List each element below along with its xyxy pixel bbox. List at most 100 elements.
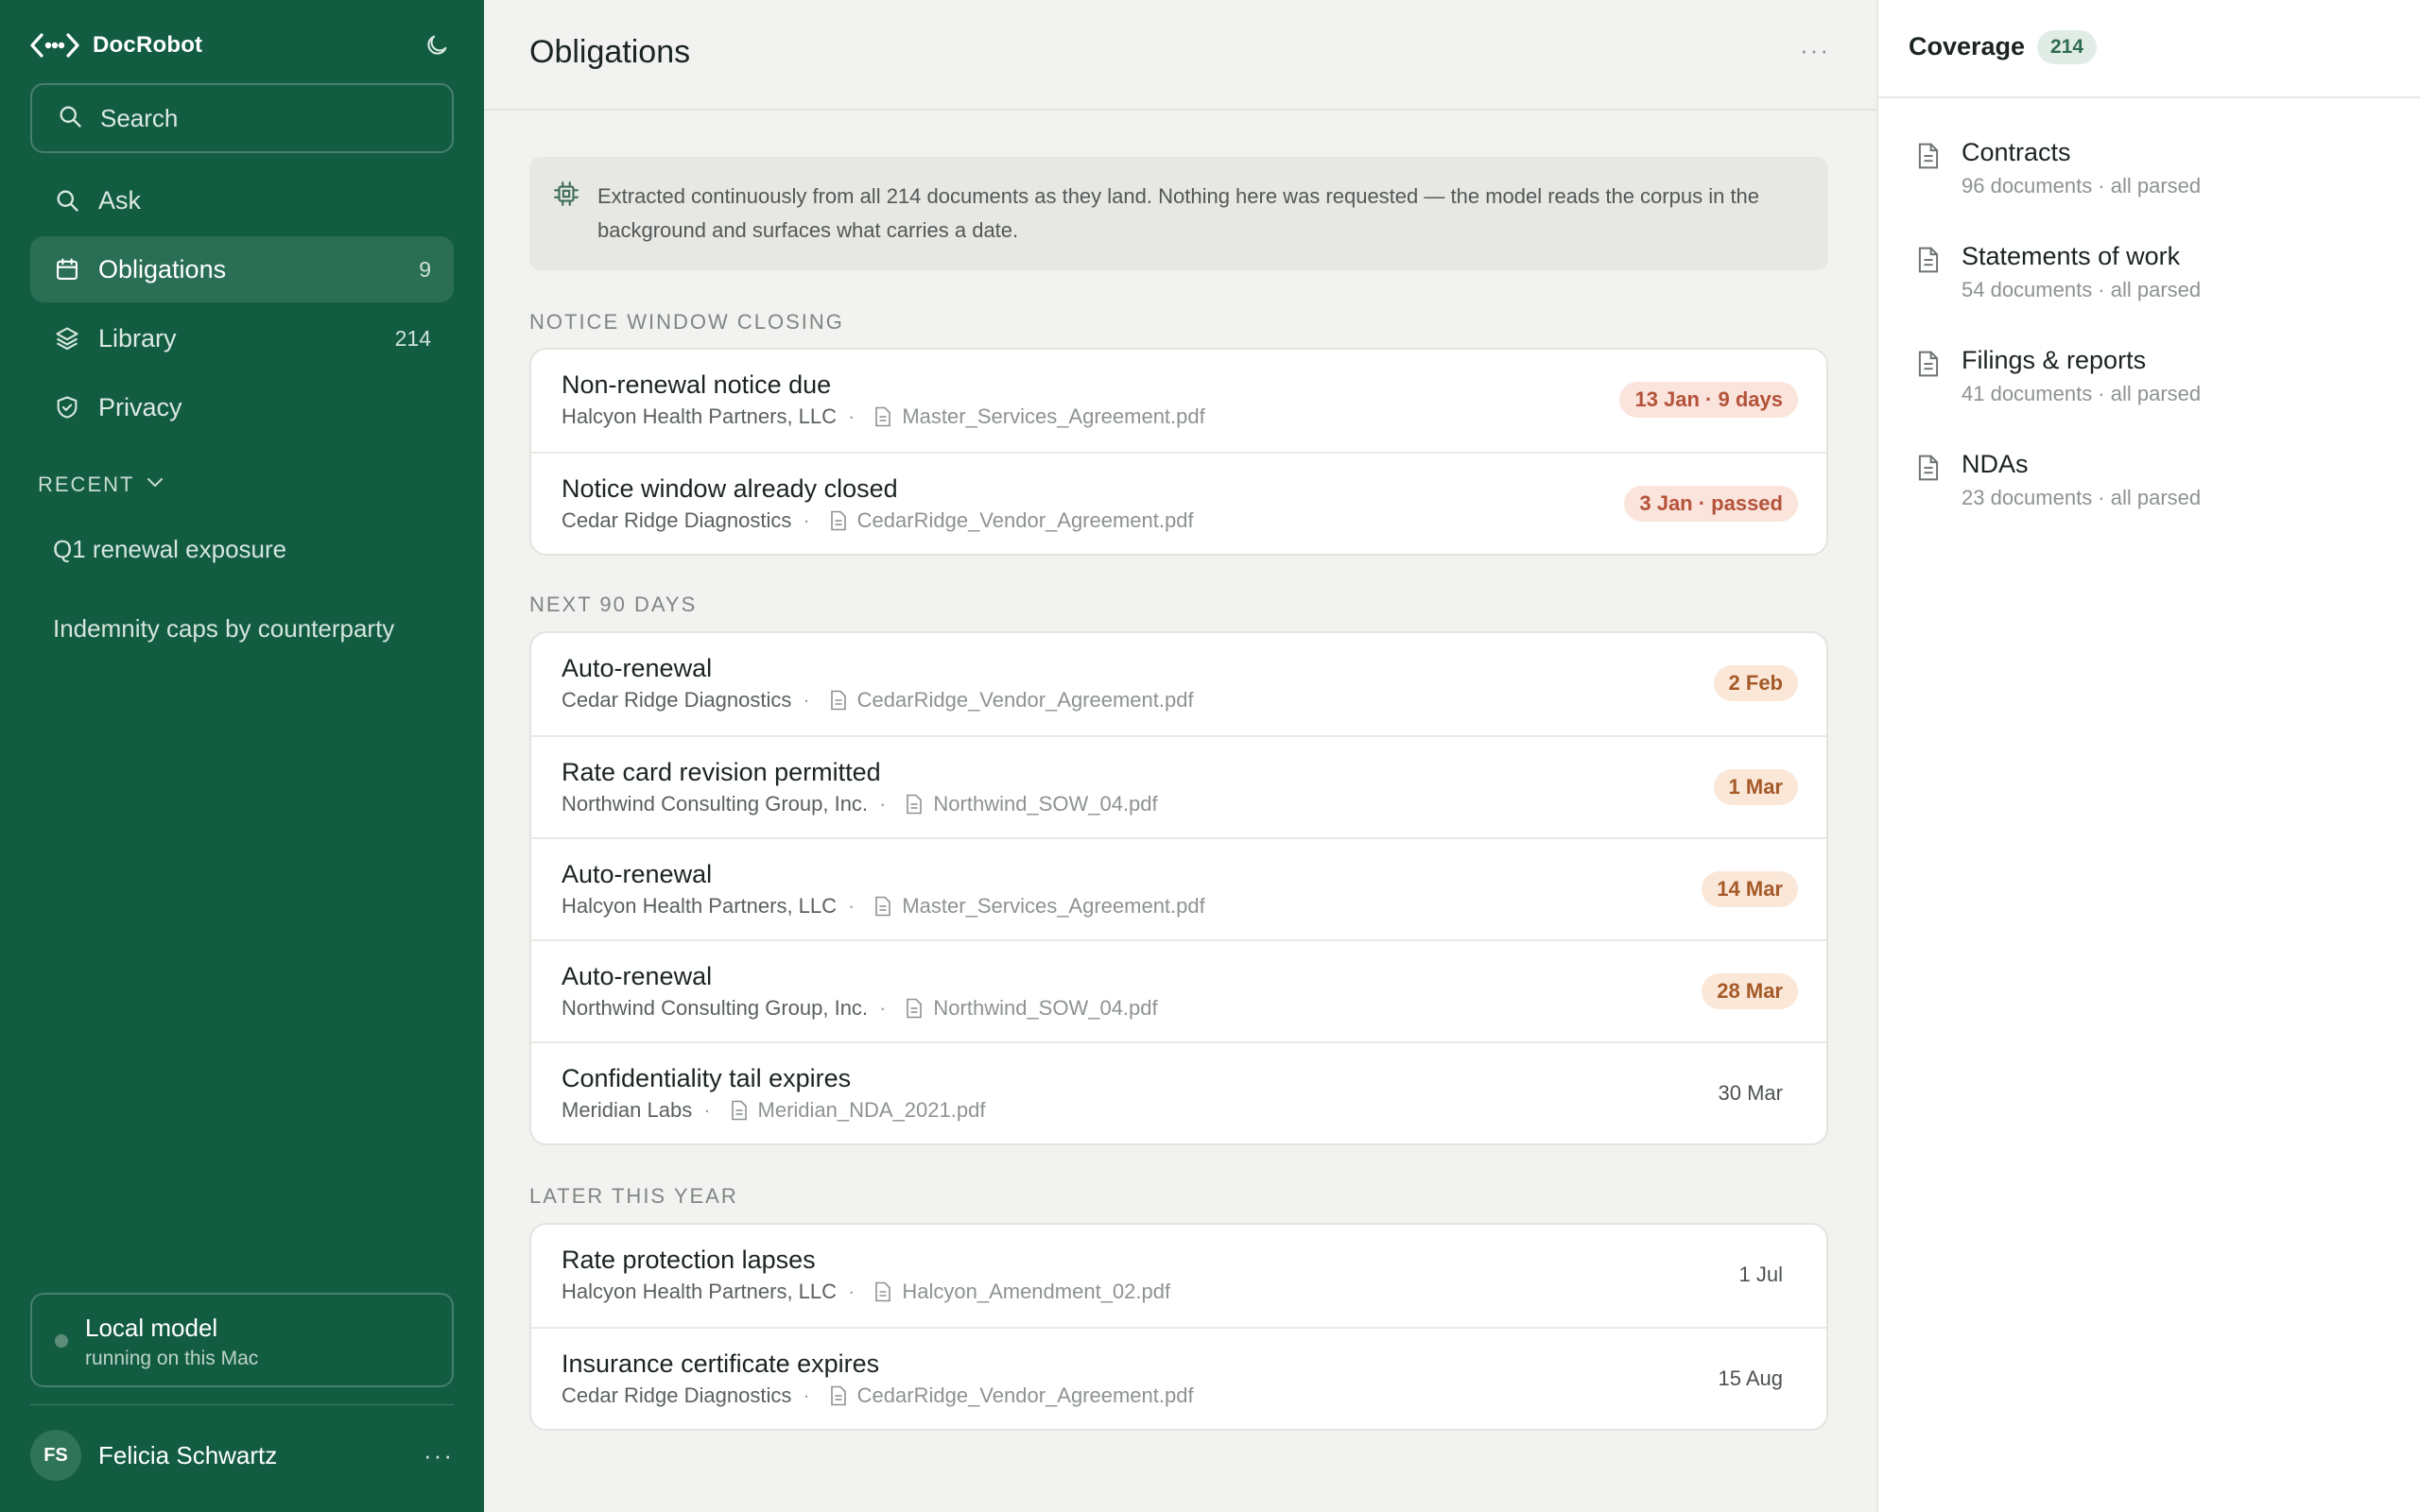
obligation-row[interactable]: Rate card revision permitted Northwind C… (531, 735, 1826, 837)
row-title: Confidentiality tail expires (562, 1064, 852, 1092)
document-icon (905, 794, 924, 815)
file-name[interactable]: CedarRidge_Vendor_Agreement.pdf (857, 508, 1194, 533)
counterparty: Cedar Ridge Diagnostics (562, 508, 792, 532)
row-title: Non-renewal notice due (562, 370, 832, 399)
row-title: Auto-renewal (562, 654, 713, 682)
obligation-row[interactable]: Rate protection lapses Halcyon Health Pa… (531, 1225, 1826, 1327)
coverage-detail: 96 documents · all parsed (1962, 174, 2202, 198)
row-meta: Halcyon Health Partners, LLC · Master_Ser… (562, 404, 1205, 429)
file-name[interactable]: Master_Services_Agreement.pdf (902, 894, 1204, 919)
section-label: LATER THIS YEAR (529, 1184, 738, 1208)
main-content: Obligations ··· Extracted continuously f… (484, 0, 1876, 1512)
document-icon (730, 1100, 749, 1121)
avatar: FS (30, 1430, 81, 1481)
date-badge: 1 Mar (1713, 769, 1798, 805)
docrobot-logo-icon (30, 28, 79, 62)
nav-item-library[interactable]: Library 214 (30, 305, 454, 371)
nav-label: Ask (98, 185, 142, 215)
document-icon (829, 510, 848, 531)
section-label: NOTICE WINDOW CLOSING (529, 310, 844, 334)
counterparty: Meridian Labs (562, 1098, 693, 1122)
file-name[interactable]: Meridian_NDA_2021.pdf (758, 1098, 986, 1123)
nav-item-privacy[interactable]: Privacy (30, 374, 454, 440)
obligation-card: Auto-renewal Cedar Ridge Diagnostics · Ce… (529, 631, 1828, 1145)
row-title: Notice window already closed (562, 474, 898, 503)
file-name[interactable]: CedarRidge_Vendor_Agreement.pdf (857, 1383, 1194, 1408)
info-banner: Extracted continuously from all 214 docu… (529, 157, 1828, 270)
obligation-row[interactable]: Auto-renewal Cedar Ridge Diagnostics · Ce… (531, 633, 1826, 735)
search-icon (53, 186, 81, 215)
search-input[interactable]: Search (30, 83, 454, 153)
coverage-item-filings[interactable]: Filings & reports 41 documents · all par… (1916, 346, 2389, 421)
coverage-detail: 41 documents · all parsed (1962, 382, 2202, 405)
obligation-row[interactable]: Auto-renewal Halcyon Health Partners, LL… (531, 837, 1826, 939)
row-meta: Halcyon Health Partners, LLC · Master_Ser… (562, 894, 1205, 919)
row-title: Rate protection lapses (562, 1246, 816, 1274)
row-meta: Cedar Ridge Diagnostics · CedarRidge_Vend… (562, 1383, 1194, 1408)
coverage-name: Filings & reports (1962, 346, 2147, 374)
more-icon[interactable]: ··· (424, 1441, 454, 1470)
divider (30, 1404, 454, 1405)
coverage-count-badge: 214 (2037, 30, 2098, 64)
row-meta: Cedar Ridge Diagnostics · CedarRidge_Vend… (562, 508, 1194, 533)
document-icon (873, 1281, 892, 1302)
nav-item-obligations[interactable]: Obligations 9 (30, 236, 454, 302)
section-label: NEXT 90 DAYS (529, 593, 698, 616)
row-meta: Meridian Labs · Meridian_NDA_2021.pdf (562, 1098, 986, 1123)
obligation-row[interactable]: Insurance certificate expires Cedar Ridg… (531, 1327, 1826, 1429)
recent-item[interactable]: Indemnity caps by counterparty (53, 614, 394, 644)
row-title: Insurance certificate expires (562, 1349, 880, 1378)
chevron-down-icon (144, 471, 166, 499)
document-icon (1916, 246, 1941, 274)
counterparty: Halcyon Health Partners, LLC (562, 404, 838, 428)
file-name[interactable]: Halcyon_Amendment_02.pdf (902, 1280, 1170, 1304)
local-model-status[interactable]: Local model running on this Mac (30, 1293, 454, 1387)
counterparty: Cedar Ridge Diagnostics (562, 1383, 792, 1407)
recent-item[interactable]: Q1 renewal exposure (53, 535, 286, 564)
document-icon (829, 1385, 848, 1406)
page-header: Obligations ··· (484, 0, 1876, 111)
document-icon (873, 406, 892, 427)
obligation-row[interactable]: Non-renewal notice due Halcyon Health Pa… (531, 350, 1826, 452)
counterparty: Northwind Consulting Group, Inc. (562, 996, 869, 1020)
banner-text: Extracted continuously from all 214 docu… (597, 184, 1760, 242)
date-badge: 1 Jul (1738, 1263, 1783, 1286)
document-icon (905, 998, 924, 1019)
counterparty: Halcyon Health Partners, LLC (562, 894, 838, 918)
obligation-card: Rate protection lapses Halcyon Health Pa… (529, 1223, 1828, 1431)
counterparty: Halcyon Health Partners, LLC (562, 1280, 838, 1303)
coverage-item-sow[interactable]: Statements of work 54 documents · all pa… (1916, 242, 2389, 318)
search-icon (57, 103, 83, 134)
recent-label: RECENT (38, 472, 135, 496)
file-name[interactable]: CedarRidge_Vendor_Agreement.pdf (857, 688, 1194, 713)
date-badge: 28 Mar (1702, 973, 1798, 1009)
coverage-name: NDAs (1962, 450, 2029, 478)
user-profile[interactable]: FS Felicia Schwartz ··· (30, 1429, 454, 1482)
date-badge: 15 Aug (1718, 1366, 1783, 1390)
shield-icon (53, 393, 81, 421)
document-icon (1916, 142, 1941, 170)
file-name[interactable]: Northwind_SOW_04.pdf (933, 996, 1157, 1021)
obligation-row[interactable]: Confidentiality tail expires Meridian La… (531, 1041, 1826, 1143)
row-meta: Cedar Ridge Diagnostics · CedarRidge_Vend… (562, 688, 1194, 713)
nav-item-ask[interactable]: Ask (30, 167, 454, 233)
date-badge: 2 Feb (1713, 665, 1798, 701)
more-icon[interactable]: ··· (1800, 36, 1830, 65)
obligation-row[interactable]: Auto-renewal Northwind Consulting Group,… (531, 939, 1826, 1041)
file-name[interactable]: Master_Services_Agreement.pdf (902, 404, 1204, 429)
row-title: Auto-renewal (562, 860, 713, 888)
date-badge: 13 Jan · 9 days (1619, 382, 1798, 418)
coverage-name: Statements of work (1962, 242, 2181, 270)
brand[interactable]: DocRobot (30, 28, 202, 62)
document-icon (873, 896, 892, 917)
row-meta: Northwind Consulting Group, Inc. · Northw… (562, 996, 1158, 1021)
coverage-item-ndas[interactable]: NDAs 23 documents · all parsed (1916, 450, 2389, 525)
coverage-item-contracts[interactable]: Contracts 96 documents · all parsed (1916, 138, 2389, 214)
coverage-name: Contracts (1962, 138, 2071, 166)
obligation-row[interactable]: Notice window already closed Cedar Ridge… (531, 452, 1826, 554)
search-placeholder: Search (100, 103, 179, 132)
document-icon (1916, 350, 1941, 378)
recent-toggle[interactable]: RECENT (38, 471, 166, 499)
file-name[interactable]: Northwind_SOW_04.pdf (933, 792, 1157, 816)
dark-mode-toggle-icon[interactable] (420, 28, 454, 62)
